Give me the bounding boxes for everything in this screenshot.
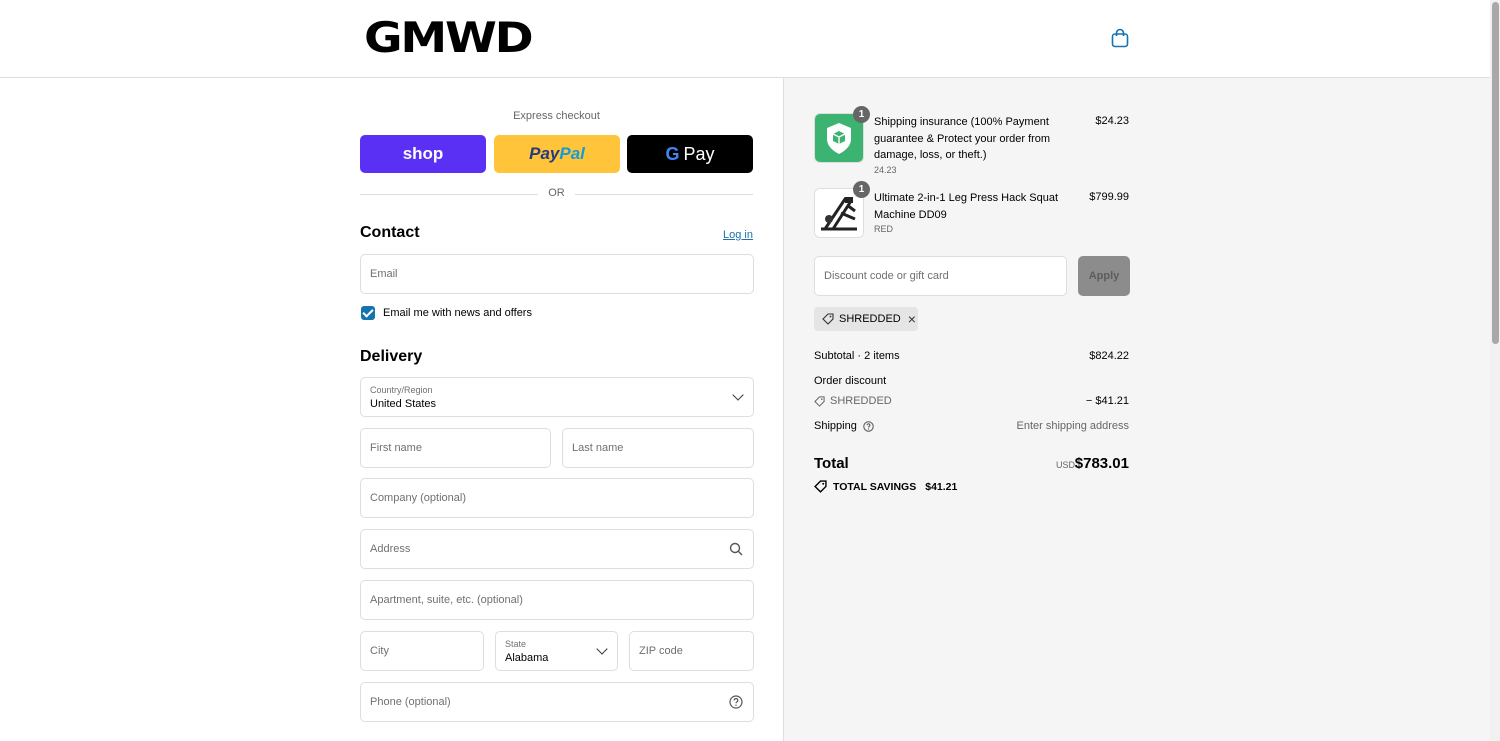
total-label: Total xyxy=(814,455,849,472)
subtotal-value: $824.22 xyxy=(1089,350,1129,362)
shipping-value: Enter shipping address xyxy=(1016,420,1129,432)
search-icon xyxy=(729,542,743,556)
tag-icon xyxy=(814,395,825,407)
zip-code-field[interactable]: ZIP code xyxy=(629,631,754,671)
newsletter-label: Email me with news and offers xyxy=(383,307,532,319)
item-price: $799.99 xyxy=(1089,191,1129,203)
country-select[interactable]: Country/Region United States xyxy=(360,377,754,417)
or-divider: OR xyxy=(360,187,753,201)
subtotal-label: Subtotal · 2 items xyxy=(814,350,900,362)
store-logo[interactable]: GMWD xyxy=(364,14,534,62)
first-name-field[interactable]: First name xyxy=(360,428,551,468)
shipping-row: Shipping xyxy=(814,420,874,432)
item-title: Ultimate 2-in-1 Leg Press Hack Squat Mac… xyxy=(874,192,1059,221)
applied-coupon-chip: SHREDDED × xyxy=(814,307,918,331)
newsletter-checkbox[interactable] xyxy=(361,306,375,320)
order-discount-label: Order discount xyxy=(814,375,887,387)
shopping-bag-icon[interactable] xyxy=(1111,28,1129,48)
item-subtitle: RED xyxy=(874,224,894,234)
company-field[interactable]: Company (optional) xyxy=(360,478,754,518)
quantity-badge: 1 xyxy=(853,106,870,123)
delivery-title: Delivery xyxy=(360,348,423,365)
apply-discount-button[interactable]: Apply xyxy=(1078,256,1130,296)
currency-code: USD xyxy=(1056,460,1076,470)
item-title: Shipping insurance (100% Payment guarant… xyxy=(874,116,1051,161)
tag-icon xyxy=(814,480,827,493)
discount-code-input[interactable]: Discount code or gift card xyxy=(814,256,1067,296)
express-checkout-label: Express checkout xyxy=(513,110,600,122)
apartment-field[interactable]: Apartment, suite, etc. (optional) xyxy=(360,580,754,620)
item-subtitle: 24.23 xyxy=(874,165,897,175)
last-name-field[interactable]: Last name xyxy=(562,428,754,468)
contact-title: Contact xyxy=(360,224,420,241)
total-value: $783.01 xyxy=(1074,455,1129,472)
google-pay-button[interactable]: G Pay xyxy=(627,135,753,173)
email-field[interactable]: Email xyxy=(360,254,754,294)
google-icon: G xyxy=(665,143,680,164)
remove-coupon-icon[interactable]: × xyxy=(908,312,916,326)
help-circle-icon[interactable] xyxy=(729,695,743,709)
shipping-insurance-thumbnail: 1 xyxy=(814,106,870,163)
discount-value: − $41.21 xyxy=(1085,395,1129,407)
tag-icon xyxy=(822,313,834,325)
order-summary-panel xyxy=(783,78,1490,741)
scrollbar-thumb[interactable] xyxy=(1492,2,1499,344)
item-price: $24.23 xyxy=(1095,115,1129,127)
login-link[interactable]: Log in xyxy=(723,229,753,241)
leg-press-machine-thumbnail: 1 xyxy=(814,181,870,238)
chevron-down-icon xyxy=(596,643,608,655)
total-savings-row: TOTAL SAVINGS $41.21 xyxy=(814,480,957,493)
city-field[interactable]: City xyxy=(360,631,484,671)
address-field[interactable]: Address xyxy=(360,529,754,569)
quantity-badge: 1 xyxy=(853,181,870,198)
discount-code-row: SHREDDED xyxy=(814,395,892,407)
state-select[interactable]: State Alabama xyxy=(495,631,618,671)
chevron-down-icon xyxy=(732,389,744,401)
header: GMWD xyxy=(0,0,1490,78)
phone-field[interactable]: Phone (optional) xyxy=(360,682,754,722)
shop-pay-button[interactable]: shop xyxy=(360,135,486,173)
help-circle-icon[interactable] xyxy=(863,420,874,432)
paypal-button[interactable]: Pay Pal xyxy=(494,135,620,173)
